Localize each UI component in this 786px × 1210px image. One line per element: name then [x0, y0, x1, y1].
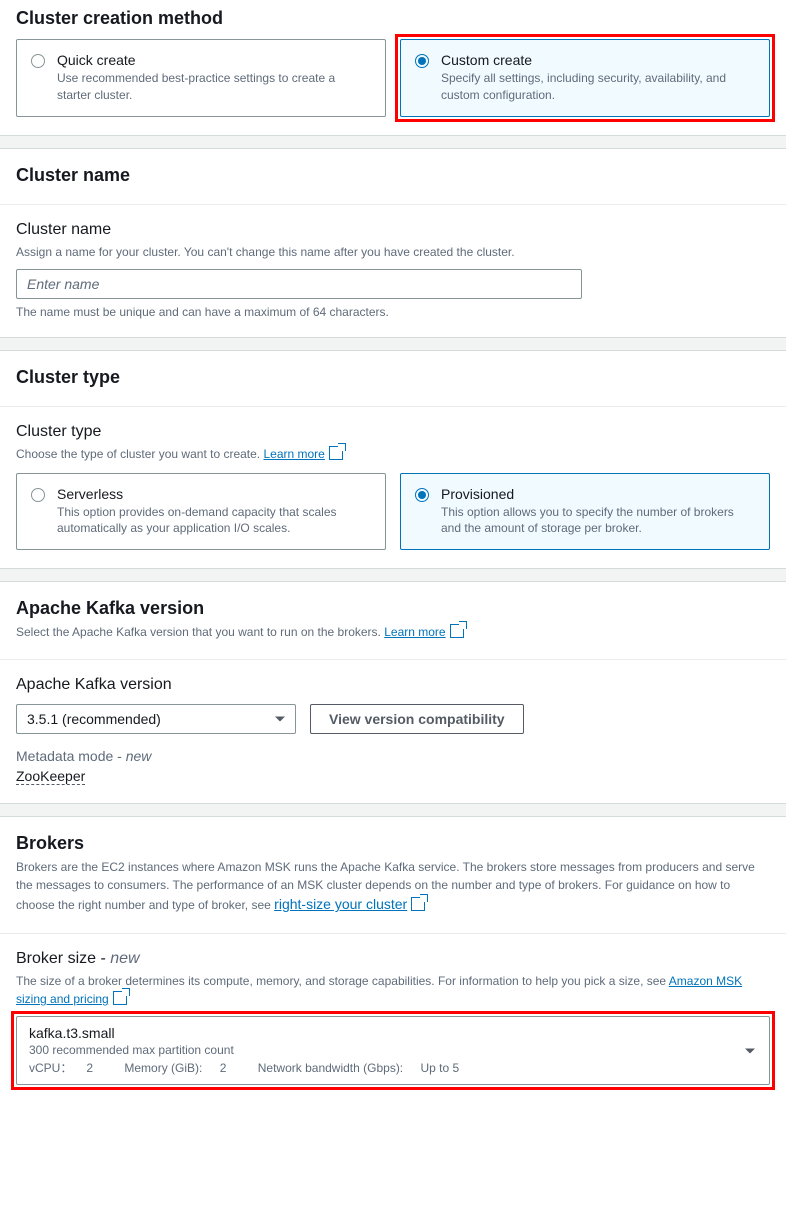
radio-icon	[31, 54, 45, 68]
section-brokers-header: Brokers Brokers are the EC2 instances wh…	[0, 817, 786, 933]
cluster-type-body: Cluster type Choose the type of cluster …	[0, 406, 786, 569]
broker-partition-count: 300 recommended max partition count	[29, 1043, 739, 1057]
provisioned-option[interactable]: Provisioned This option allows you to sp…	[400, 473, 770, 551]
section-creation-method: Cluster creation method Quick create Use…	[0, 0, 786, 135]
section-kafka-version-header: Apache Kafka version Select the Apache K…	[0, 582, 786, 659]
kafka-version-field-label: Apache Kafka version	[16, 676, 770, 694]
radio-icon	[31, 488, 45, 502]
chevron-down-icon	[275, 717, 285, 722]
provisioned-label: Provisioned	[441, 486, 755, 502]
external-link-icon	[411, 897, 425, 911]
custom-create-label: Custom create	[441, 52, 755, 68]
quick-create-label: Quick create	[57, 52, 371, 68]
divider	[0, 568, 786, 582]
cluster-name-input[interactable]	[16, 269, 582, 299]
kafka-version-helper: Select the Apache Kafka version that you…	[16, 623, 770, 641]
section-cluster-name-header: Cluster name	[0, 149, 786, 204]
custom-create-option[interactable]: Custom create Specify all settings, incl…	[400, 39, 770, 117]
chevron-down-icon	[745, 1048, 755, 1053]
provisioned-desc: This option allows you to specify the nu…	[441, 504, 755, 538]
external-link-icon	[113, 991, 127, 1005]
broker-size-helper-text: The size of a broker determines its comp…	[16, 974, 669, 988]
divider	[0, 135, 786, 149]
kafka-version-helper-text: Select the Apache Kafka version that you…	[16, 625, 384, 639]
kafka-version-learn-more-link[interactable]: Learn more	[384, 625, 463, 639]
divider	[0, 337, 786, 351]
broker-specs: vCPU：2 Memory (GiB): 2 Network bandwidth…	[29, 1059, 739, 1076]
external-link-icon	[329, 446, 343, 460]
kafka-version-selected: 3.5.1 (recommended)	[27, 711, 161, 727]
metadata-mode-label: Metadata mode - new	[16, 748, 770, 764]
view-version-compatibility-button[interactable]: View version compatibility	[310, 704, 524, 734]
quick-create-option[interactable]: Quick create Use recommended best-practi…	[16, 39, 386, 117]
serverless-label: Serverless	[57, 486, 371, 502]
kafka-version-body: Apache Kafka version 3.5.1 (recommended)…	[0, 659, 786, 803]
cluster-name-body: Cluster name Assign a name for your clus…	[0, 204, 786, 337]
metadata-mode-value[interactable]: ZooKeeper	[16, 768, 85, 785]
broker-size-selected-name: kafka.t3.small	[29, 1025, 739, 1041]
right-size-cluster-link[interactable]: right-size your cluster	[274, 896, 425, 912]
kafka-version-title: Apache Kafka version	[16, 598, 770, 619]
divider	[0, 803, 786, 817]
creation-method-title: Cluster creation method	[16, 8, 770, 29]
cluster-name-below-helper: The name must be unique and can have a m…	[16, 305, 770, 319]
cluster-name-field-label: Cluster name	[16, 221, 770, 239]
cluster-type-helper-text: Choose the type of cluster you want to c…	[16, 447, 263, 461]
cluster-name-title: Cluster name	[16, 165, 770, 186]
quick-create-desc: Use recommended best-practice settings t…	[57, 70, 371, 104]
broker-size-body: Broker size - new The size of a broker d…	[0, 933, 786, 1103]
custom-create-desc: Specify all settings, including security…	[441, 70, 755, 104]
broker-size-label: Broker size - new	[16, 950, 770, 968]
serverless-desc: This option provides on-demand capacity …	[57, 504, 371, 538]
brokers-helper: Brokers are the EC2 instances where Amaz…	[16, 858, 770, 915]
kafka-version-select[interactable]: 3.5.1 (recommended)	[16, 704, 296, 734]
serverless-option[interactable]: Serverless This option provides on-deman…	[16, 473, 386, 551]
external-link-icon	[450, 624, 464, 638]
cluster-type-field-label: Cluster type	[16, 423, 770, 441]
radio-icon	[415, 488, 429, 502]
cluster-type-helper: Choose the type of cluster you want to c…	[16, 445, 770, 463]
cluster-name-helper: Assign a name for your cluster. You can'…	[16, 243, 770, 261]
cluster-type-learn-more-link[interactable]: Learn more	[263, 447, 342, 461]
broker-size-helper: The size of a broker determines its comp…	[16, 972, 770, 1008]
radio-icon	[415, 54, 429, 68]
broker-size-select[interactable]: kafka.t3.small 300 recommended max parti…	[16, 1016, 770, 1085]
brokers-title: Brokers	[16, 833, 770, 854]
section-cluster-type-header: Cluster type	[0, 351, 786, 406]
cluster-type-title: Cluster type	[16, 367, 770, 388]
